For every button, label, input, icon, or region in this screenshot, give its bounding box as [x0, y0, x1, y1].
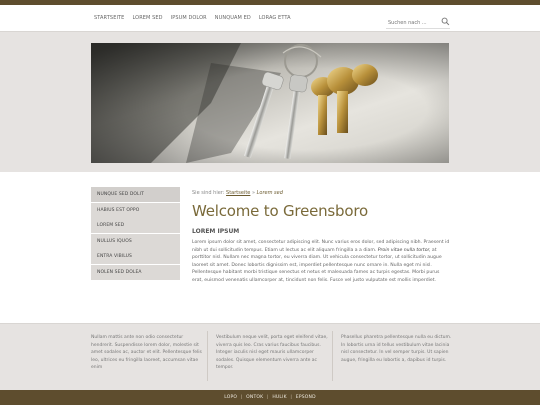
main-nav: STARTSEITE LOREM SED IPSUM DOLOR NUNQUAM… [94, 15, 291, 21]
footer-divider [332, 331, 333, 381]
breadcrumb-home-link[interactable]: Startseite [226, 190, 250, 196]
nav-item-lorag-etta[interactable]: LORAG ETTA [259, 15, 291, 21]
sidebar-item-nunque-sed-dolit[interactable]: NUNQUE SED DOLIT [91, 187, 180, 202]
bottom-link-ontok[interactable]: ONTOK [246, 395, 263, 400]
bottom-links: LOPO | ONTOK | HULIK | EPSOND [0, 395, 540, 400]
footer-column-1: Nullam mattis ante non odio consectetur … [91, 335, 202, 371]
sidebar-item-entra-vibilus[interactable]: ENTRA VIBILUS [91, 249, 180, 264]
breadcrumb-current: Lorem sed [256, 190, 283, 196]
bottom-link-separator: | [290, 395, 293, 400]
footer-column-2: Vestibulum neque velit, porta eget eleif… [216, 335, 328, 371]
main-content: Sie sind hier: Startseite » Lorem sed We… [192, 190, 450, 285]
sidebar: NUNQUE SED DOLIT HABIUS EST OPPO LOREM S… [91, 187, 180, 280]
footer-divider [207, 331, 208, 381]
nav-item-startseite[interactable]: STARTSEITE [94, 15, 124, 21]
section-heading: LOREM IPSUM [192, 228, 240, 235]
breadcrumb: Sie sind hier: Startseite » Lorem sed [192, 190, 450, 196]
bottom-link-separator: | [266, 395, 269, 400]
search-box [386, 16, 450, 29]
keys-photo [91, 43, 449, 163]
body-text-emphasis: Proin vitae nulla tortor, [377, 247, 431, 253]
breadcrumb-separator: » [251, 190, 256, 196]
bottom-bar: LOPO | ONTOK | HULIK | EPSOND [0, 390, 540, 405]
bottom-link-lopo[interactable]: LOPO [224, 395, 237, 400]
bottom-link-hulik[interactable]: HULIK [272, 395, 286, 400]
bottom-link-epsond[interactable]: EPSOND [296, 395, 316, 400]
page-title: Welcome to Greensboro [192, 202, 368, 220]
nav-item-nunquam-ed[interactable]: NUNQUAM ED [215, 15, 251, 21]
hero-image [91, 43, 449, 163]
header: STARTSEITE LOREM SED IPSUM DOLOR NUNQUAM… [0, 5, 540, 31]
search-input[interactable] [388, 19, 438, 26]
sidebar-item-nolen-sed-dolea[interactable]: NOLEN SED DOLEA [91, 264, 180, 280]
breadcrumb-prefix: Sie sind hier: [192, 190, 225, 196]
sidebar-item-lorem-sed[interactable]: LOREM SED [91, 218, 180, 233]
footer-column-3: Phasellus pharetra pellentesque nulla eu… [341, 335, 452, 363]
sidebar-item-nullus-iquos[interactable]: NULLUS IQUOS [91, 233, 180, 249]
nav-item-ipsum-dolor[interactable]: IPSUM DOLOR [171, 15, 207, 21]
sidebar-item-habius-est-oppo[interactable]: HABIUS EST OPPO [91, 202, 180, 218]
nav-item-lorem-sed[interactable]: LOREM SED [132, 15, 162, 21]
search-icon[interactable] [441, 17, 450, 26]
body-paragraph: Lorem ipsum dolor sit amet, consectetur … [192, 239, 450, 285]
bottom-link-separator: | [240, 395, 243, 400]
